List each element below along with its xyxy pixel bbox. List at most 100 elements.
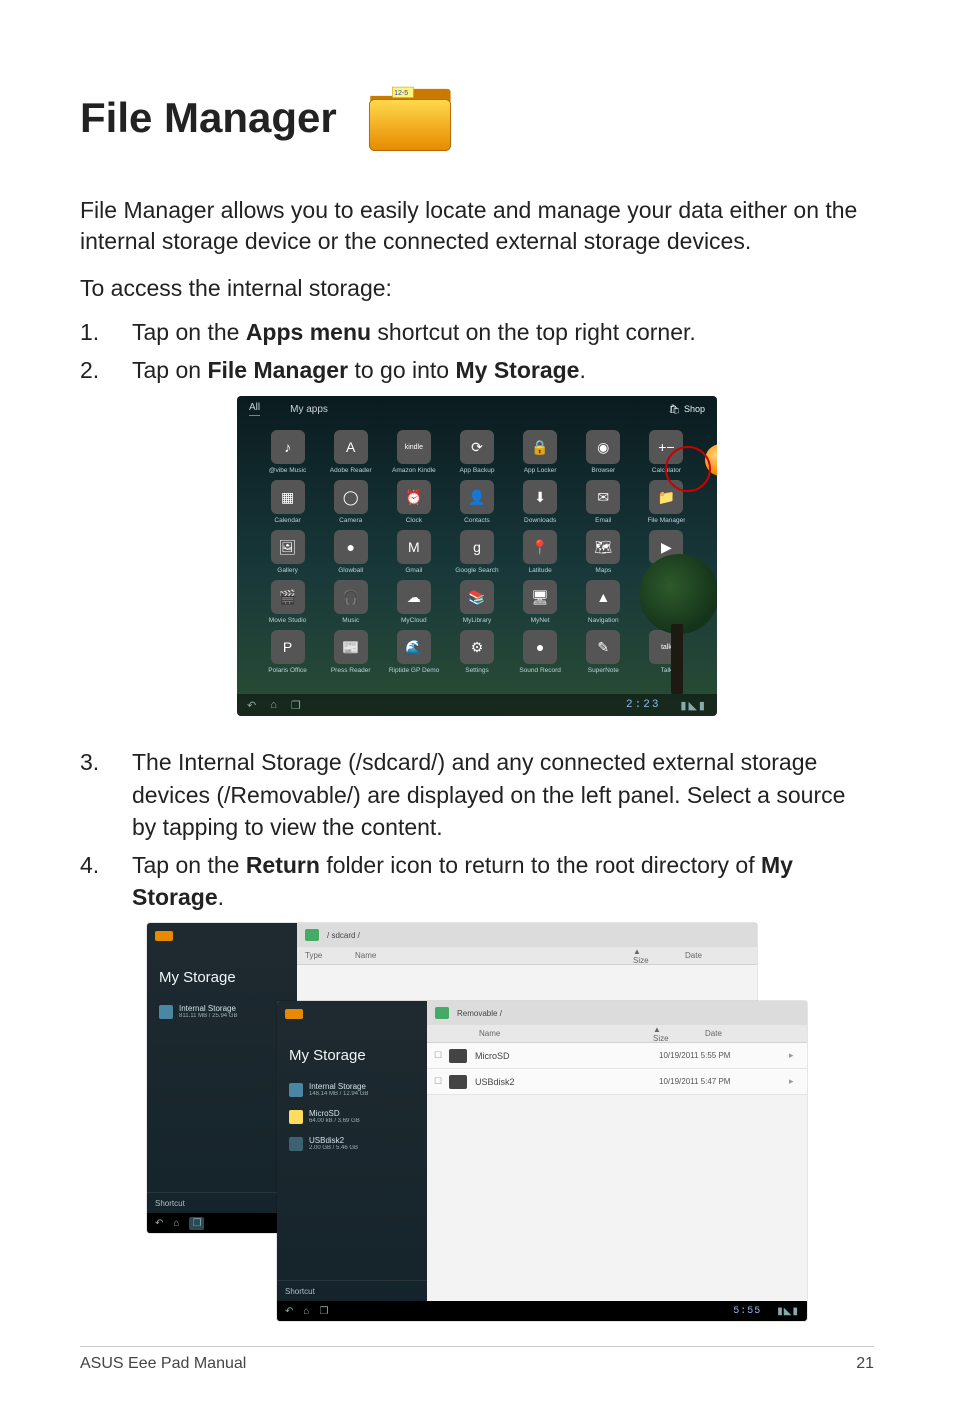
app-label: Clock (406, 517, 422, 524)
back-icon[interactable]: ↶ (155, 1218, 163, 1229)
app-gallery[interactable]: 🖼 Gallery (259, 530, 316, 574)
app-app-backup[interactable]: ⟳App Backup (448, 430, 505, 474)
app-settings[interactable]: ⚙Settings (448, 630, 505, 674)
app-label: Gallery (277, 567, 298, 574)
step-text: The Internal Storage (/sdcard/) and any … (132, 746, 874, 843)
app-browser[interactable]: ◉Browser (575, 430, 632, 474)
system-bar: ↶ ⌂ ❐ 2:23 ▮◣▮ (237, 694, 717, 716)
app-label: Glowball (338, 567, 363, 574)
app--vibe-music[interactable]: ♪@vibe Music (259, 430, 316, 474)
return-icon[interactable] (435, 1007, 449, 1019)
app-icon: ⏰ (397, 480, 431, 514)
app-amazon-kindle[interactable]: kindleAmazon Kindle (385, 430, 442, 474)
app-gmail[interactable]: MGmail (385, 530, 442, 574)
checkbox[interactable]: ☐ (427, 1050, 449, 1061)
step-num: 2. (80, 354, 132, 386)
app-label: Contacts (464, 517, 490, 524)
app-label: MyCloud (401, 617, 427, 624)
app-label: Latitude (529, 567, 552, 574)
source-internal[interactable]: Internal Storage811.11 MB / 25.94 GB (147, 998, 297, 1025)
app-supernote[interactable]: ✎SuperNote (575, 630, 632, 674)
col-size[interactable]: ▲ Size (637, 1025, 697, 1043)
app-mycloud[interactable]: ☁MyCloud (385, 580, 442, 624)
system-bar: ↶ ⌂ ❐ 5:55 ▮◣▮ (277, 1301, 807, 1321)
app-contacts[interactable]: 👤Contacts (448, 480, 505, 524)
microsd-icon (289, 1110, 303, 1124)
footer-left: ASUS Eee Pad Manual (80, 1355, 246, 1373)
app-sound-record[interactable]: ●Sound Record (512, 630, 569, 674)
app-polaris-office[interactable]: PPolaris Office (259, 630, 316, 674)
app-icon: 🔒 (523, 430, 557, 464)
app-movie-studio[interactable]: 🎬 Movie Studio (259, 580, 316, 624)
fm-sidebar: My Storage Internal Storage811.11 MB / 2… (147, 923, 297, 1233)
screenshot-file-manager: ⌕ 📁 Add Folder ☑ Select All ≡ My Storage… (147, 923, 807, 1323)
path-bar[interactable]: / sdcard / (297, 923, 757, 947)
back-icon[interactable]: ↶ (285, 1306, 293, 1317)
step-num: 3. (80, 746, 132, 843)
col-date[interactable]: Date (677, 951, 757, 960)
file-row[interactable]: ☐MicroSD10/19/2011 5:55 PM▸ (427, 1043, 807, 1069)
app-label: Email (595, 517, 611, 524)
app-icon: 🎬 (271, 580, 305, 614)
home-icon[interactable]: ⌂ (270, 699, 277, 711)
app-downloads[interactable]: ⬇Downloads (512, 480, 569, 524)
app-label: Sound Record (519, 667, 561, 674)
tab-all[interactable]: All (249, 402, 260, 416)
app-clock[interactable]: ⏰ Clock (385, 480, 442, 524)
path-bar[interactable]: Removable / (427, 1001, 807, 1025)
app-icon: P (271, 630, 305, 664)
app-icon: 🌊 (397, 630, 431, 664)
app-press-reader[interactable]: 📰Press Reader (322, 630, 379, 674)
return-icon[interactable] (305, 929, 319, 941)
app-app-locker[interactable]: 🔒App Locker (512, 430, 569, 474)
app-glowball[interactable]: ●Glowball (322, 530, 379, 574)
app-calendar[interactable]: ▦Calendar (259, 480, 316, 524)
app-latitude[interactable]: 📍Latitude (512, 530, 569, 574)
home-icon[interactable]: ⌂ (303, 1306, 309, 1317)
folder-icon (155, 931, 173, 941)
checkbox[interactable]: ☐ (427, 1076, 449, 1087)
source-internal[interactable]: Internal Storage148.14 MB / 12.94 GB (277, 1076, 427, 1103)
steps-list-a: 1. Tap on the Apps menu shortcut on the … (80, 316, 874, 386)
app-mynet[interactable]: 🖥MyNet (512, 580, 569, 624)
recent-icon[interactable]: ❐ (291, 699, 301, 712)
recent-icon[interactable]: ❐ (189, 1217, 204, 1230)
source-microsd[interactable]: MicroSD64.00 kB / 3.69 GB (277, 1103, 427, 1130)
col-date[interactable]: Date (697, 1029, 807, 1038)
source-usb[interactable]: USBdisk22.00 GB / 5.46 GB (277, 1130, 427, 1157)
app-icon: ✉ (586, 480, 620, 514)
back-icon[interactable]: ↶ (247, 699, 256, 712)
col-name[interactable]: Name (347, 951, 617, 960)
app-maps[interactable]: 🗺Maps (575, 530, 632, 574)
app-label: MyNet (531, 617, 550, 624)
col-name[interactable]: Name (471, 1029, 637, 1038)
app-navigation[interactable]: ▲Navigation (575, 580, 632, 624)
folder-icon (449, 1075, 467, 1089)
steps-list-b: 3. The Internal Storage (/sdcard/) and a… (80, 746, 874, 913)
app-camera[interactable]: ◯Camera (322, 480, 379, 524)
app-google-search[interactable]: gGoogle Search (448, 530, 505, 574)
shop-link[interactable]: 🛍 Shop (669, 404, 705, 415)
app-mylibrary[interactable]: 📚MyLibrary (448, 580, 505, 624)
folder-icon (285, 1009, 303, 1019)
app-music[interactable]: 🎧Music (322, 580, 379, 624)
app-adobe-reader[interactable]: AAdobe Reader (322, 430, 379, 474)
app-label: Press Reader (331, 667, 371, 674)
clock: 5:55 (733, 1306, 761, 1317)
app-riptide-gp-demo[interactable]: 🌊Riptide GP Demo (385, 630, 442, 674)
file-name: MicroSD (475, 1051, 659, 1061)
path-text: Removable / (457, 1009, 502, 1018)
app-icon: 🗺 (586, 530, 620, 564)
col-size[interactable]: ▲ Size (617, 947, 677, 965)
app-email[interactable]: ✉ Email (575, 480, 632, 524)
app-icon: ◯ (334, 480, 368, 514)
internal-storage-icon (159, 1005, 173, 1019)
col-type[interactable]: Type (297, 951, 347, 960)
app-icon: 🖼 (271, 530, 305, 564)
file-row[interactable]: ☐USBdisk210/19/2011 5:47 PM▸ (427, 1069, 807, 1095)
recent-icon[interactable]: ❐ (319, 1306, 328, 1317)
app-label: Movie Studio (269, 617, 307, 624)
app-label: @vibe Music (269, 467, 306, 474)
home-icon[interactable]: ⌂ (173, 1218, 179, 1229)
tab-my-apps[interactable]: My apps (290, 404, 328, 415)
